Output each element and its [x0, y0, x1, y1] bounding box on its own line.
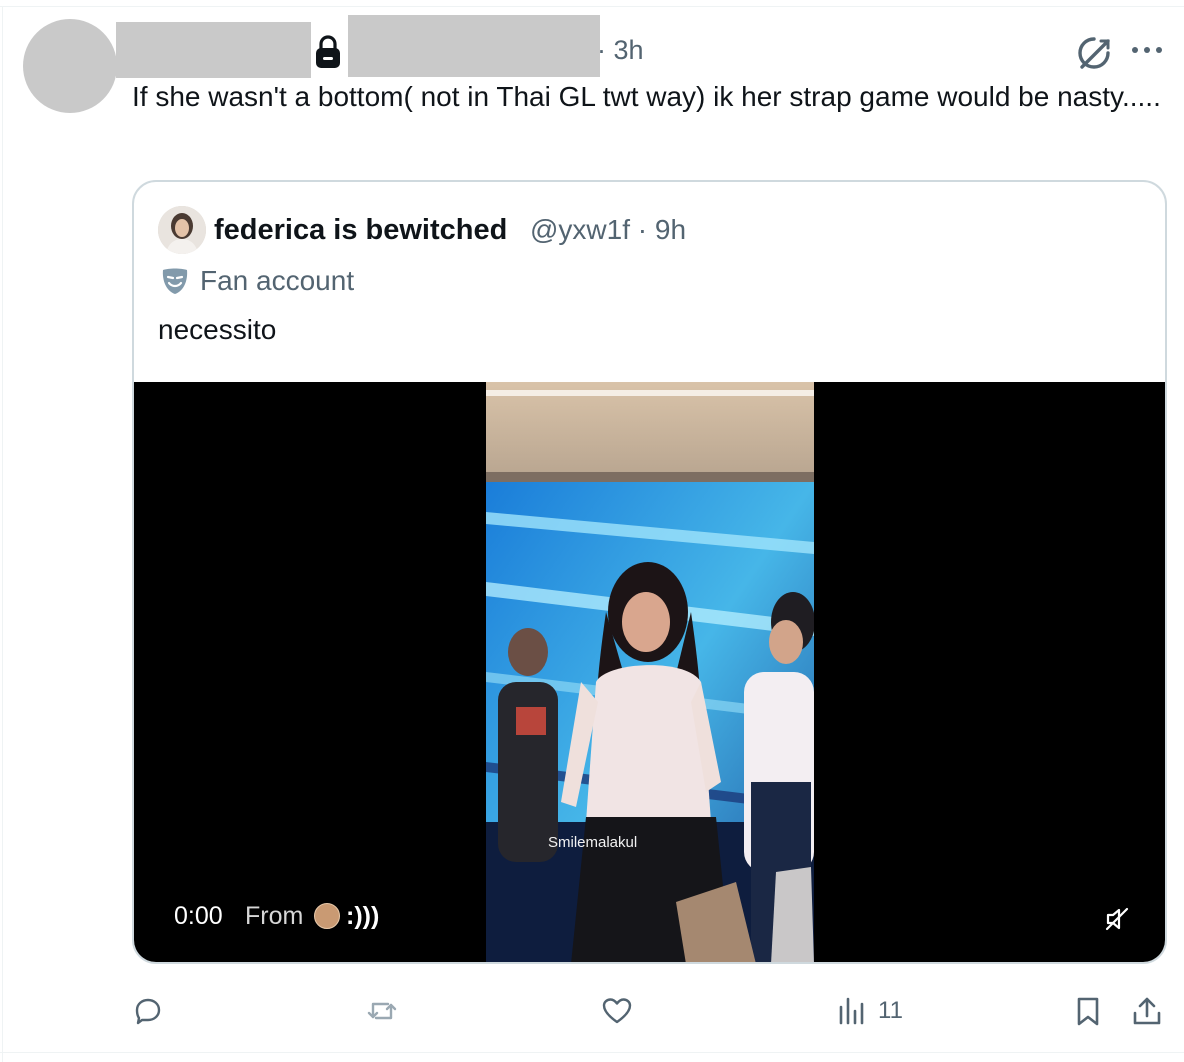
redacted-handle — [348, 15, 600, 77]
redacted-display-name — [116, 22, 311, 78]
share-icon — [1133, 997, 1161, 1025]
reply-button[interactable] — [132, 988, 174, 1034]
share-button[interactable] — [1131, 988, 1163, 1034]
video-timecode: 0:00 — [174, 902, 223, 930]
post-actions-bar: 11 — [0, 988, 1184, 1034]
reply-icon — [135, 998, 161, 1025]
left-divider — [2, 6, 3, 1062]
more-icon[interactable] — [1130, 40, 1164, 60]
grok-icon[interactable] — [1074, 33, 1114, 73]
bookmark-button[interactable] — [1072, 988, 1104, 1034]
top-divider — [0, 6, 1184, 7]
heart-icon — [602, 998, 632, 1024]
video-frame-image[interactable] — [486, 382, 814, 962]
video-player[interactable]: Smilemalakul 0:00 From :))) — [134, 382, 1165, 962]
like-button[interactable] — [601, 988, 643, 1034]
muted-speaker-icon[interactable] — [1104, 906, 1130, 932]
fan-account-icon — [162, 268, 188, 294]
quoted-time[interactable]: 9h — [630, 214, 686, 245]
quoted-post[interactable]: federica is bewitched @yxw1f9h Fan accou… — [132, 180, 1167, 964]
repost-button[interactable] — [366, 988, 408, 1034]
views-button[interactable]: 11 — [836, 988, 903, 1034]
post-time[interactable]: · 3h — [597, 33, 644, 67]
quoted-display-name[interactable]: federica is bewitched — [214, 213, 507, 247]
author-avatar[interactable] — [23, 19, 117, 113]
video-watermark: Smilemalakul — [548, 834, 638, 851]
quoted-meta: @yxw1f9h — [530, 213, 686, 247]
video-from-label: From — [245, 902, 304, 930]
video-source-avatar[interactable] — [314, 903, 340, 929]
fan-account-label: Fan account — [200, 265, 355, 296]
repost-icon — [367, 1002, 397, 1020]
video-source-name[interactable]: :))) — [346, 899, 379, 933]
quoted-text: necessito — [158, 314, 277, 345]
views-chart-icon — [839, 997, 864, 1025]
quoted-author-avatar[interactable] — [158, 206, 206, 254]
bottom-divider — [0, 1052, 1184, 1053]
lock-icon — [316, 35, 340, 68]
views-count: 11 — [878, 997, 903, 1024]
quoted-handle[interactable]: @yxw1f — [530, 214, 630, 245]
bookmark-icon — [1077, 997, 1099, 1026]
post-text: If she wasn't a bottom( not in Thai GL t… — [132, 81, 1161, 112]
